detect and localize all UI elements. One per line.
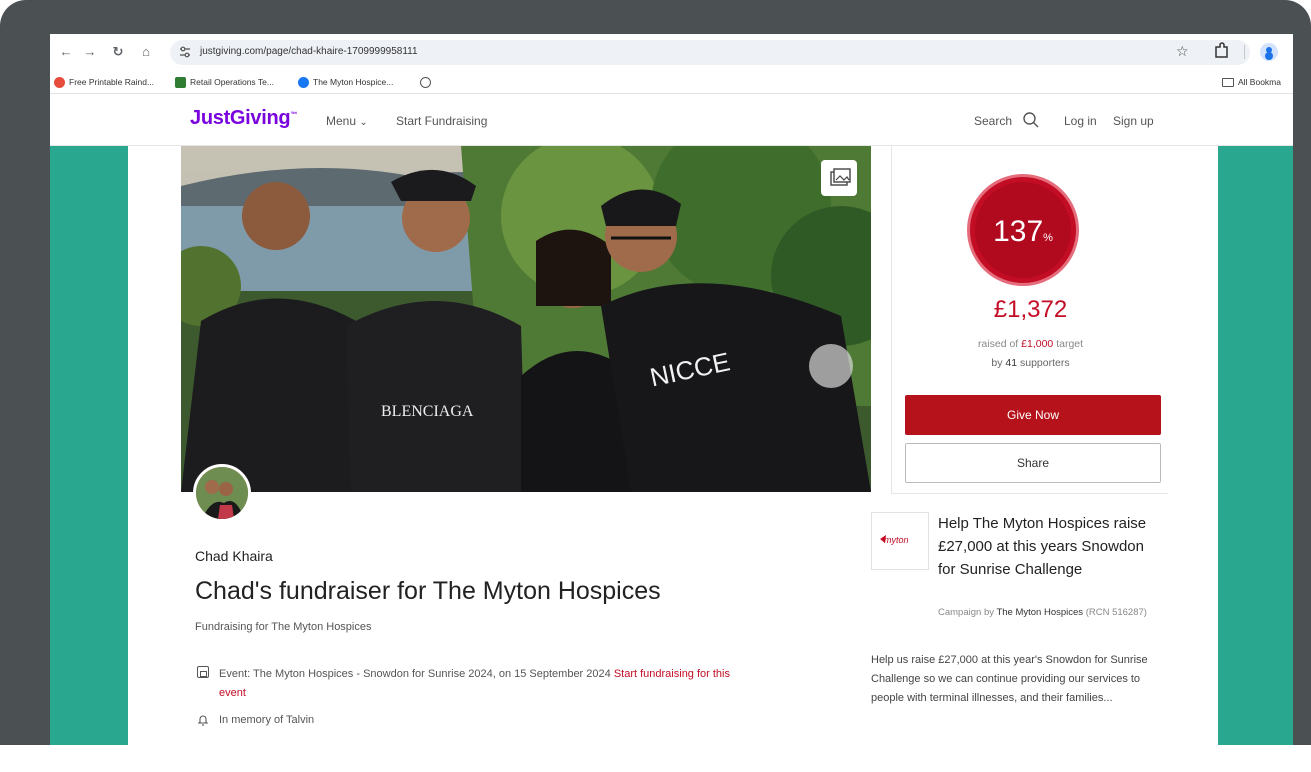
bookmark-item[interactable]: Retail Operations Te... xyxy=(175,75,274,89)
start-fundraising-link[interactable]: Start Fundraising xyxy=(396,114,487,128)
site-header: JustGiving™ Menu ⌄ Start Fundraising Sea… xyxy=(50,94,1293,146)
percent-symbol: % xyxy=(1043,232,1053,244)
menu-label: Menu xyxy=(326,114,357,128)
address-bar[interactable]: justgiving.com/page/chad-khaire-17099999… xyxy=(170,40,1250,65)
justgiving-logo[interactable]: JustGiving™ xyxy=(190,107,297,130)
home-icon[interactable]: ⌂ xyxy=(136,42,156,62)
bookmark-label: Free Printable Raind... xyxy=(69,77,155,87)
owner-avatar[interactable] xyxy=(193,464,251,522)
search-link[interactable]: Search xyxy=(974,114,1012,128)
bookmark-favicon-icon xyxy=(175,76,186,88)
svg-text:BLENCIAGA: BLENCIAGA xyxy=(381,403,474,420)
campaign-by-prefix: Campaign by xyxy=(938,607,994,618)
owner-name[interactable]: Chad Khaira xyxy=(195,548,273,564)
bookmark-item[interactable]: The Myton Hospice... xyxy=(298,75,393,89)
supporters-count: 41 xyxy=(1005,357,1018,369)
site-settings-icon[interactable] xyxy=(178,45,192,59)
screenshot-frame: ← → ↻ ⌂ justgiving.com/page/chad-khaire-… xyxy=(0,0,1311,772)
by-label: by xyxy=(991,357,1003,369)
target-suffix: target xyxy=(1056,338,1084,350)
fundraising-for: Fundraising for The Myton Hospices xyxy=(195,621,372,633)
campaign-description: Help us raise £27,000 at this year's Sno… xyxy=(871,654,1148,704)
event-text: Event: The Myton Hospices - Snowdon for … xyxy=(219,668,611,680)
back-icon[interactable]: ← xyxy=(56,42,76,62)
images-icon xyxy=(830,168,851,186)
main-content: BLENCIAGA NICCE Chad Khaira Chad's fundr… xyxy=(128,146,1218,745)
bookmarks-bar: Free Printable Raind... Retail Operation… xyxy=(50,70,1293,94)
campaign-charity-link[interactable]: The Myton Hospices xyxy=(996,607,1083,618)
bookmark-favicon-icon xyxy=(54,76,65,88)
globe-icon xyxy=(420,76,431,88)
campaign-by: Campaign by The Myton Hospices (RCN 5162… xyxy=(938,605,1148,620)
bookmark-label: Retail Operations Te... xyxy=(190,77,274,87)
trademark-mark: ™ xyxy=(290,111,298,119)
url-text: justgiving.com/page/chad-khaire-17099999… xyxy=(200,46,418,57)
target-amount: £1,000 xyxy=(1021,338,1054,350)
donation-card: 137% £1,372 raised of £1,000 target by 4… xyxy=(891,146,1168,494)
profile-avatar-icon[interactable] xyxy=(1260,43,1278,61)
give-now-button[interactable]: Give Now xyxy=(905,395,1161,435)
page-title: Chad's fundraiser for The Myton Hospices xyxy=(195,577,661,605)
forward-icon[interactable]: → xyxy=(80,42,100,62)
page-background: BLENCIAGA NICCE Chad Khaira Chad's fundr… xyxy=(50,146,1293,745)
browser-window: ← → ↻ ⌂ justgiving.com/page/chad-khaire-… xyxy=(50,34,1293,745)
gallery-button[interactable] xyxy=(821,160,857,196)
bell-icon xyxy=(197,715,209,726)
bookmark-label: The Myton Hospice... xyxy=(313,77,394,87)
reload-icon[interactable]: ↻ xyxy=(108,42,128,62)
frame-bottom-strip xyxy=(0,745,1311,772)
menu-button[interactable]: Menu ⌄ xyxy=(326,114,368,128)
extensions-icon[interactable] xyxy=(1213,42,1229,60)
toolbar-separator xyxy=(1244,45,1245,59)
progress-ring-inner: 137% xyxy=(975,182,1071,278)
bookmark-item[interactable]: Free Printable Raind... xyxy=(54,75,154,89)
folder-icon xyxy=(1222,77,1234,87)
all-bookmarks[interactable]: All Bookma xyxy=(1222,75,1281,89)
in-memory-text: In memory of Talvin xyxy=(219,714,315,726)
amount-raised: £1,372 xyxy=(993,296,1068,323)
bookmark-item[interactable] xyxy=(420,75,431,89)
signup-link[interactable]: Sign up xyxy=(1113,114,1154,128)
chevron-down-icon: ⌄ xyxy=(359,117,368,128)
bookmark-star-icon[interactable]: ☆ xyxy=(1176,43,1189,60)
share-button[interactable]: Share xyxy=(905,443,1161,483)
family-photo-illustration: BLENCIAGA NICCE xyxy=(181,146,871,492)
address-row: ← → ↻ ⌂ justgiving.com/page/chad-khaire-… xyxy=(50,34,1293,70)
myton-logo-text: myton xyxy=(884,535,909,545)
search-icon[interactable] xyxy=(1022,111,1040,129)
avatar-photo xyxy=(196,467,248,519)
all-bookmarks-label: All Bookma xyxy=(1238,77,1281,87)
facebook-icon xyxy=(298,76,309,88)
progress-percent: 137% xyxy=(975,215,1071,249)
campaign-rcn: (RCN 516287) xyxy=(1085,607,1147,618)
campaign-title[interactable]: Help The Myton Hospices raise £27,000 at… xyxy=(938,512,1148,581)
hero-photo: BLENCIAGA NICCE xyxy=(181,146,871,492)
login-link[interactable]: Log in xyxy=(1064,114,1097,128)
calendar-icon xyxy=(197,666,209,678)
myton-logo[interactable]: myton xyxy=(871,512,929,570)
target-line: raised of £1,000 target xyxy=(892,338,1169,350)
logo-text: JustGiving xyxy=(190,107,291,129)
percent-value: 137 xyxy=(993,215,1044,248)
supporters-line: by 41 supporters xyxy=(892,357,1169,369)
target-prefix: raised of xyxy=(977,338,1019,350)
progress-ring: 137% xyxy=(967,174,1079,286)
event-details: Event: The Myton Hospices - Snowdon for … xyxy=(219,665,759,703)
supporters-label: supporters xyxy=(1020,357,1070,369)
